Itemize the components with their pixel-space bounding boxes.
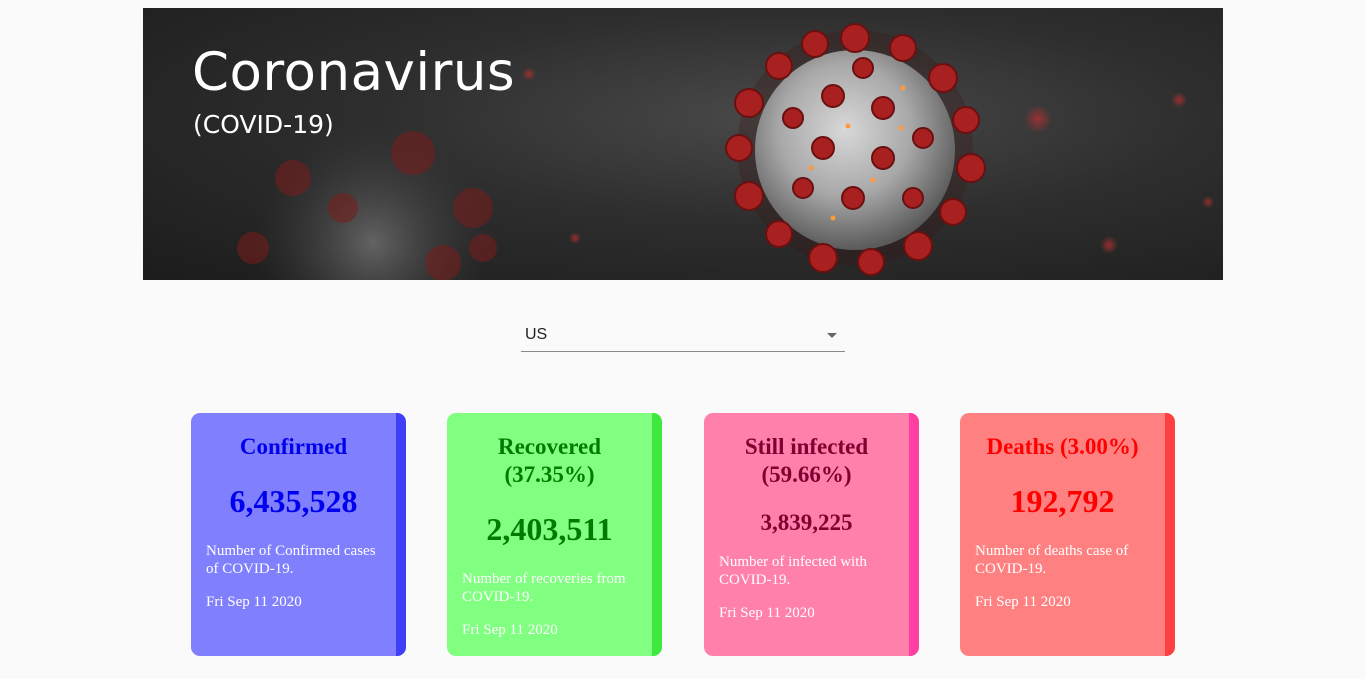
confirmed-description: Number of Confirmed cases of COVID-19.	[206, 543, 376, 577]
confirmed-date: Fri Sep 11 2020	[206, 594, 302, 610]
banner-title: Coronavirus	[192, 42, 516, 103]
page: Coronavirus (COVID-19) US Confirmed 6,43…	[0, 0, 1366, 679]
chevron-down-icon	[827, 333, 837, 338]
recovered-title: Recovered (37.35%)	[447, 433, 652, 489]
card-edge	[1165, 413, 1175, 656]
infected-title: Still infected (59.66%)	[704, 433, 909, 489]
deaths-value: 192,792	[1010, 483, 1115, 519]
deaths-card: Deaths (3.00%) 192,792 Number of deaths …	[960, 413, 1175, 656]
recovered-description: Number of recoveries from COVID-19.	[462, 571, 626, 605]
infected-card: Still infected (59.66%) 3,839,225 Number…	[704, 413, 919, 656]
confirmed-title: Confirmed	[239, 434, 348, 459]
confirmed-card: Confirmed 6,435,528 Number of Confirmed …	[191, 413, 406, 656]
card-edge	[652, 413, 662, 656]
card-edge	[396, 413, 406, 656]
recovered-card: Recovered (37.35%) 2,403,511 Number of r…	[447, 413, 662, 656]
deaths-title: Deaths (3.00%)	[986, 434, 1139, 459]
infected-value: 3,839,225	[760, 510, 853, 535]
recovered-title-label: Recovered	[497, 434, 602, 459]
infected-percentage: (59.66%)	[761, 462, 852, 487]
card-edge	[909, 413, 919, 656]
deaths-description: Number of deaths case of COVID-19.	[975, 543, 1129, 577]
banner-subtitle: (COVID-19)	[193, 110, 334, 139]
country-select[interactable]: US	[521, 318, 845, 352]
deaths-date: Fri Sep 11 2020	[975, 594, 1071, 610]
infected-description: Number of infected with COVID-19.	[719, 554, 867, 588]
recovered-date: Fri Sep 11 2020	[462, 622, 558, 638]
infected-title-label: Still infected	[744, 434, 869, 459]
recovered-percentage: (37.35%)	[504, 462, 595, 487]
recovered-value: 2,403,511	[486, 511, 613, 547]
confirmed-value: 6,435,528	[229, 483, 358, 519]
infected-date: Fri Sep 11 2020	[719, 605, 815, 621]
hero-banner: Coronavirus (COVID-19)	[143, 8, 1223, 280]
country-select-value: US	[525, 326, 548, 343]
